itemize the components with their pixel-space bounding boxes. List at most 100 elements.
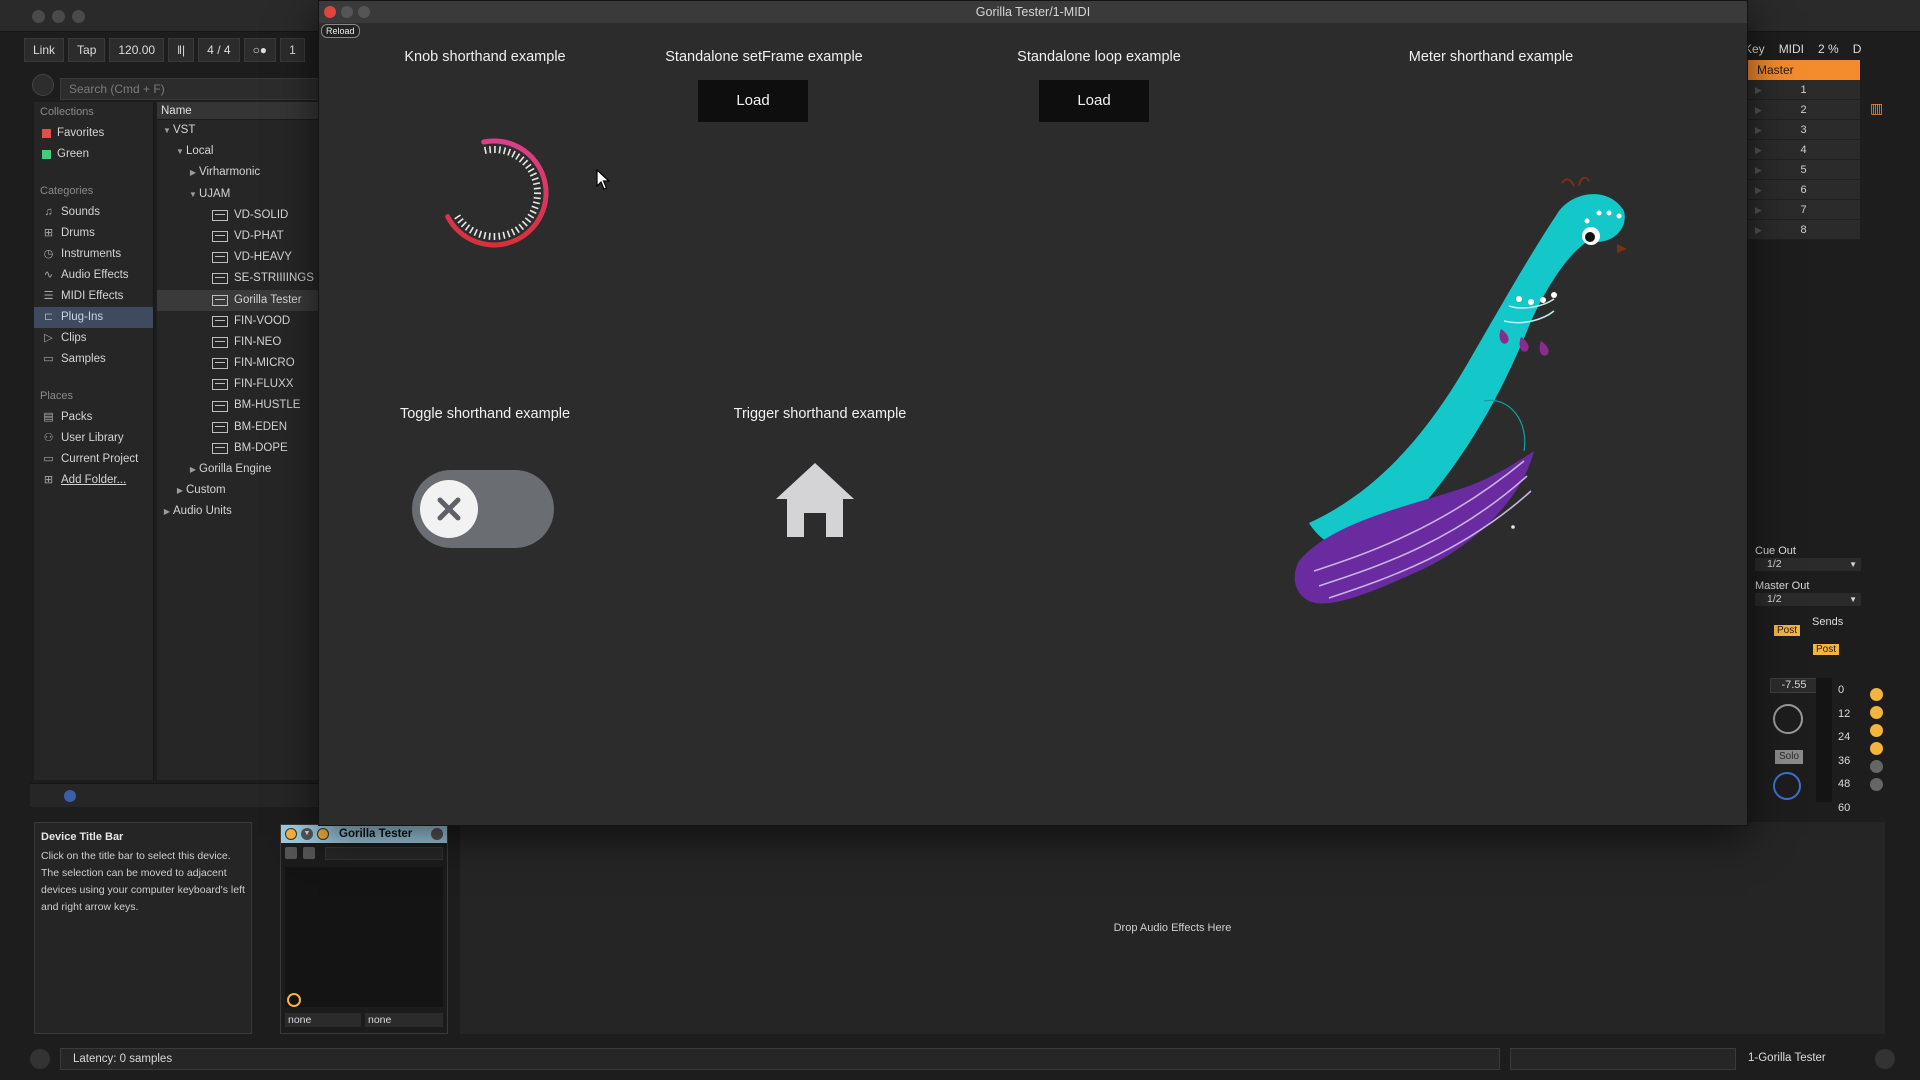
send-post-button-a[interactable]: Post xyxy=(1774,625,1801,636)
name-column-header[interactable]: Name xyxy=(157,102,322,120)
device-activator-icon[interactable] xyxy=(285,828,297,840)
device-save-icon[interactable] xyxy=(303,847,315,859)
scene-launch-slot[interactable]: ▶ 7 xyxy=(1747,200,1860,220)
audio-effects-drop-zone[interactable]: Drop Audio Effects Here xyxy=(460,822,1885,1034)
scene-launch-slot[interactable]: ▶ 1 xyxy=(1747,80,1860,100)
tree-item[interactable]: VD-PHAT xyxy=(157,226,322,247)
close-window-button[interactable] xyxy=(32,10,45,23)
tap-button[interactable]: Tap xyxy=(68,38,106,62)
device-fold-icon[interactable]: ▼ xyxy=(301,828,313,840)
preview-toggle-icon[interactable] xyxy=(32,74,54,96)
device-config-icon[interactable] xyxy=(285,847,297,859)
device-edit-icon[interactable] xyxy=(317,828,329,840)
tree-item[interactable]: SE-STRIIIINGS xyxy=(157,268,322,289)
hot-swap-icon[interactable] xyxy=(64,790,76,802)
detail-toggle-icon[interactable] xyxy=(1875,1049,1895,1069)
tree-item[interactable]: VD-HEAVY xyxy=(157,247,322,268)
category-sounds[interactable]: ♫ Sounds xyxy=(34,202,153,223)
sends-toggle-icon[interactable] xyxy=(1870,706,1883,719)
tree-item[interactable]: FIN-FLUXX xyxy=(157,374,322,395)
pan-knob[interactable] xyxy=(1773,704,1803,734)
place-current-project[interactable]: ▭ Current Project xyxy=(34,449,153,470)
expanded-arrow-icon[interactable]: ▼ xyxy=(187,184,199,205)
solo-button[interactable]: Solo xyxy=(1775,750,1803,764)
scene-launch-slot[interactable]: ▶ 6 xyxy=(1747,180,1860,200)
tree-item[interactable]: BM-HUSTLE xyxy=(157,395,322,416)
plugin-zoom-button[interactable] xyxy=(358,6,370,18)
param-field-1[interactable]: none xyxy=(285,1013,361,1027)
play-icon[interactable]: ▶ xyxy=(1755,80,1762,100)
tree-item[interactable]: ▶ Custom xyxy=(157,480,322,501)
category-samples[interactable]: ▭ Samples xyxy=(34,349,153,370)
place-packs[interactable]: ▤ Packs xyxy=(34,407,153,428)
category-clips[interactable]: ▷ Clips xyxy=(34,328,153,349)
category-plug-ins[interactable]: ⊏ Plug-Ins xyxy=(34,307,153,328)
tree-item[interactable]: VD-SOLID xyxy=(157,205,322,226)
return-toggle-icon[interactable] xyxy=(1870,724,1883,737)
master-track-header[interactable]: Master xyxy=(1747,60,1860,80)
tree-item[interactable]: ▶ Gorilla Engine xyxy=(157,459,322,480)
tree-item[interactable]: ▼ UJAM xyxy=(157,184,322,205)
play-icon[interactable]: ▶ xyxy=(1755,140,1762,160)
tree-item[interactable]: BM-EDEN xyxy=(157,417,322,438)
play-icon[interactable]: ▶ xyxy=(1755,100,1762,120)
collection-green[interactable]: Green xyxy=(34,144,153,165)
category-audio-effects[interactable]: ∿ Audio Effects xyxy=(34,265,153,286)
collapsed-arrow-icon[interactable]: ▶ xyxy=(174,480,186,501)
zoom-window-button[interactable] xyxy=(72,10,85,23)
scene-view-icon[interactable]: ▥ xyxy=(1870,100,1883,117)
crossfader-toggle-icon[interactable] xyxy=(1870,778,1883,791)
scene-launch-slot[interactable]: ▶ 4 xyxy=(1747,140,1860,160)
play-icon[interactable]: ▶ xyxy=(1755,180,1762,200)
tree-item[interactable]: FIN-VOOD xyxy=(157,311,322,332)
scene-launch-slot[interactable]: ▶ 3 xyxy=(1747,120,1860,140)
collapsed-arrow-icon[interactable]: ▶ xyxy=(187,459,199,480)
tree-item[interactable]: FIN-MICRO xyxy=(157,353,322,374)
collection-favorites[interactable]: Favorites xyxy=(34,123,153,144)
collapsed-arrow-icon[interactable]: ▶ xyxy=(161,501,173,522)
category-instruments[interactable]: ◷ Instruments xyxy=(34,244,153,265)
volume-field[interactable]: -7.55 xyxy=(1770,678,1818,693)
tree-item[interactable]: ▶ Audio Units xyxy=(157,501,322,522)
overview-toggle-icon[interactable] xyxy=(30,1049,50,1069)
category-midi-effects[interactable]: ☰ MIDI Effects xyxy=(34,286,153,307)
bar-field[interactable]: 1 xyxy=(280,38,305,62)
preset-field[interactable] xyxy=(325,847,443,860)
loop-load-button[interactable]: Load xyxy=(1039,80,1149,122)
send-post-button-b[interactable]: Post xyxy=(1813,644,1840,655)
tree-item[interactable]: Gorilla Tester xyxy=(157,289,322,311)
time-signature[interactable]: 4 / 4 xyxy=(198,38,240,62)
master-out-select[interactable]: 1/2 ▼ xyxy=(1755,593,1861,606)
tree-item[interactable]: ▼ VST xyxy=(157,120,322,141)
setframe-load-button[interactable]: Load xyxy=(698,80,808,122)
midi-map-button[interactable]: MIDI xyxy=(1779,42,1804,56)
plugin-close-button[interactable] xyxy=(324,6,336,18)
tempo-field[interactable]: 120.00 xyxy=(109,38,165,62)
home-icon[interactable] xyxy=(774,459,856,539)
example-knob[interactable] xyxy=(429,123,559,263)
play-icon[interactable]: ▶ xyxy=(1755,200,1762,220)
device-power-icon[interactable] xyxy=(287,993,301,1007)
expanded-arrow-icon[interactable]: ▼ xyxy=(161,120,173,141)
minimize-window-button[interactable] xyxy=(52,10,65,23)
io-toggle-icon[interactable] xyxy=(1870,688,1883,701)
metronome-icon[interactable]: ○● xyxy=(243,38,277,62)
link-button[interactable]: Link xyxy=(24,38,65,62)
place-user-library[interactable]: ⚇ User Library xyxy=(34,428,153,449)
cue-out-select[interactable]: 1/2 ▼ xyxy=(1755,558,1861,571)
plugin-minimize-button[interactable] xyxy=(341,6,353,18)
tree-item[interactable]: ▶ Virharmonic xyxy=(157,162,322,183)
cue-volume-knob[interactable] xyxy=(1773,772,1801,800)
collapsed-arrow-icon[interactable]: ▶ xyxy=(187,162,199,183)
expanded-arrow-icon[interactable]: ▼ xyxy=(174,141,186,162)
device-menu-icon[interactable] xyxy=(431,828,443,840)
play-icon[interactable]: ▶ xyxy=(1755,160,1762,180)
scene-launch-slot[interactable]: ▶ 5 xyxy=(1747,160,1860,180)
tree-item[interactable]: BM-DOPE xyxy=(157,438,322,459)
param-field-2[interactable]: none xyxy=(365,1013,443,1027)
play-icon[interactable]: ▶ xyxy=(1755,120,1762,140)
scene-launch-slot[interactable]: ▶ 2 xyxy=(1747,100,1860,120)
category-drums[interactable]: ⊞ Drums xyxy=(34,223,153,244)
browser-search-input[interactable]: Search (Cmd + F) xyxy=(60,78,322,100)
scene-launch-slot[interactable]: ▶ 8 xyxy=(1747,220,1860,240)
